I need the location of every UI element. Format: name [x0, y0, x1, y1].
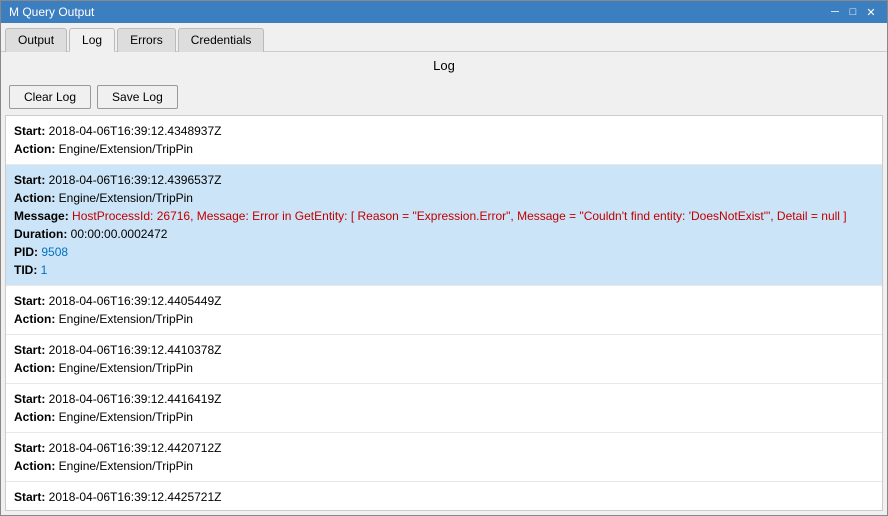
log-field-value: Engine/Extension/TripPin	[59, 410, 193, 424]
log-field-value: 2018-04-06T16:39:12.4420712Z	[49, 441, 222, 455]
log-field-label: Action:	[14, 459, 59, 473]
log-field: Start: 2018-04-06T16:39:12.4396537Z	[14, 171, 874, 189]
log-field-label: TID:	[14, 263, 41, 277]
log-field-label: Start:	[14, 490, 49, 504]
log-field-value: HostProcessId: 26716, Message: Error in …	[72, 209, 847, 223]
minimize-button[interactable]: ─	[827, 4, 843, 20]
toolbar: Clear Log Save Log	[1, 79, 887, 115]
log-field-value: Engine/Extension/TripPin	[59, 191, 193, 205]
log-entry[interactable]: Start: 2018-04-06T16:39:12.4420712ZActio…	[6, 433, 882, 482]
log-field-label: Start:	[14, 343, 49, 357]
log-field-value: 2018-04-06T16:39:12.4348937Z	[49, 124, 222, 138]
log-field-value: 2018-04-06T16:39:12.4410378Z	[49, 343, 222, 357]
content-area: Log Clear Log Save Log Start: 2018-04-06…	[1, 52, 887, 515]
log-field: TID: 1	[14, 261, 874, 279]
log-field-value: Engine/Extension/TripPin	[59, 312, 193, 326]
log-field: Action: Engine/Extension/TripPin	[14, 310, 874, 328]
log-field-label: Duration:	[14, 227, 71, 241]
log-field: Duration: 00:00:00.0002472	[14, 225, 874, 243]
log-field-label: Action:	[14, 361, 59, 375]
log-field-value: 2018-04-06T16:39:12.4425721Z	[49, 490, 222, 504]
log-title: Log	[1, 52, 887, 79]
window-controls: ─ □ ✕	[827, 4, 879, 20]
log-field: Action: Engine/Extension/TripPin	[14, 359, 874, 377]
log-field: Action: Engine/Extension/TripPin	[14, 189, 874, 207]
log-field-value: 2018-04-06T16:39:12.4396537Z	[49, 173, 222, 187]
main-window: M Query Output ─ □ ✕ Output Log Errors C…	[0, 0, 888, 516]
log-field: Start: 2018-04-06T16:39:12.4416419Z	[14, 390, 874, 408]
window-title: M Query Output	[9, 5, 94, 19]
log-field-label: Action:	[14, 191, 59, 205]
log-field-value: 1	[41, 263, 48, 277]
log-field-label: Start:	[14, 173, 49, 187]
log-entry[interactable]: Start: 2018-04-06T16:39:12.4348937ZActio…	[6, 116, 882, 165]
tab-errors[interactable]: Errors	[117, 28, 176, 52]
log-field-label: Start:	[14, 124, 49, 138]
log-field-label: Message:	[14, 209, 72, 223]
close-button[interactable]: ✕	[863, 4, 879, 20]
log-field-value: 2018-04-06T16:39:12.4405449Z	[49, 294, 222, 308]
log-field: Start: 2018-04-06T16:39:12.4405449Z	[14, 292, 874, 310]
save-log-button[interactable]: Save Log	[97, 85, 178, 109]
log-entry[interactable]: Start: 2018-04-06T16:39:12.4416419ZActio…	[6, 384, 882, 433]
log-field: Action: Engine/Extension/TripPin	[14, 140, 874, 158]
log-entry[interactable]: Start: 2018-04-06T16:39:12.4405449ZActio…	[6, 286, 882, 335]
title-bar: M Query Output ─ □ ✕	[1, 1, 887, 23]
tab-credentials[interactable]: Credentials	[178, 28, 265, 52]
log-field: Start: 2018-04-06T16:39:12.4420712Z	[14, 439, 874, 457]
log-field: Action: Engine/Extension/TripPin	[14, 457, 874, 475]
clear-log-button[interactable]: Clear Log	[9, 85, 91, 109]
maximize-button[interactable]: □	[845, 4, 861, 20]
log-field-value: Engine/Extension/TripPin	[59, 361, 193, 375]
log-entry[interactable]: Start: 2018-04-06T16:39:12.4410378ZActio…	[6, 335, 882, 384]
log-container[interactable]: Start: 2018-04-06T16:39:12.4348937ZActio…	[5, 115, 883, 511]
log-field: PID: 9508	[14, 243, 874, 261]
log-field-value: 00:00:00.0002472	[71, 227, 168, 241]
log-field-value: Engine/Extension/TripPin	[59, 142, 193, 156]
log-field-value: Engine/Extension/TripPin	[59, 459, 193, 473]
log-field: Action: Engine/Extension/TripPin	[14, 506, 874, 511]
tab-log[interactable]: Log	[69, 28, 115, 52]
log-entry[interactable]: Start: 2018-04-06T16:39:12.4396537ZActio…	[6, 165, 882, 286]
log-entry[interactable]: Start: 2018-04-06T16:39:12.4425721ZActio…	[6, 482, 882, 511]
log-field: Message: HostProcessId: 26716, Message: …	[14, 207, 874, 225]
log-field-label: PID:	[14, 245, 41, 259]
tab-bar: Output Log Errors Credentials	[1, 23, 887, 52]
log-field-label: Action:	[14, 142, 59, 156]
log-field-value: Engine/Extension/TripPin	[59, 508, 193, 511]
log-field: Start: 2018-04-06T16:39:12.4425721Z	[14, 488, 874, 506]
log-field-label: Action:	[14, 312, 59, 326]
log-field-label: Start:	[14, 392, 49, 406]
log-field-label: Start:	[14, 441, 49, 455]
log-field-value: 9508	[41, 245, 68, 259]
tab-output[interactable]: Output	[5, 28, 67, 52]
log-field: Start: 2018-04-06T16:39:12.4348937Z	[14, 122, 874, 140]
log-field: Action: Engine/Extension/TripPin	[14, 408, 874, 426]
log-field: Start: 2018-04-06T16:39:12.4410378Z	[14, 341, 874, 359]
log-field-label: Start:	[14, 294, 49, 308]
log-field-value: 2018-04-06T16:39:12.4416419Z	[49, 392, 222, 406]
log-field-label: Action:	[14, 410, 59, 424]
log-field-label: Action:	[14, 508, 59, 511]
